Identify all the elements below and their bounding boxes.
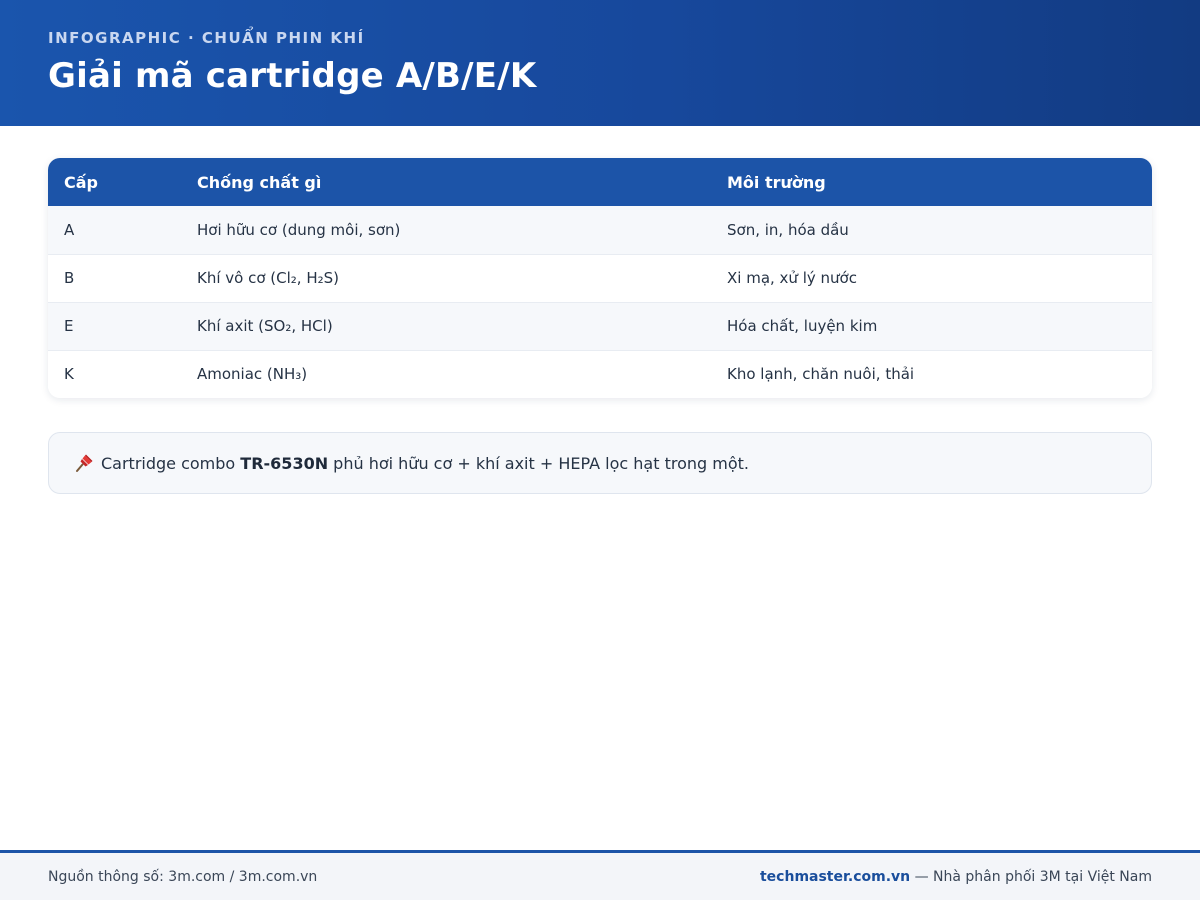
page: INFOGRAPHIC · CHUẨN PHIN KHÍ Giải mã car… <box>0 0 1200 900</box>
note-prefix: Cartridge combo <box>101 453 241 473</box>
cell-against: Amoniac (NH₃) <box>181 349 711 398</box>
header-banner: INFOGRAPHIC · CHUẨN PHIN KHÍ Giải mã car… <box>0 0 1200 126</box>
cell-grade: B <box>48 253 181 302</box>
cell-against: Hơi hữu cơ (dung môi, sơn) <box>197 220 401 239</box>
pushpin-icon <box>73 452 95 474</box>
column-header-against: Chống chất gì <box>197 172 322 192</box>
cell-against: Khí vô cơ (Cl₂, H₂S) <box>181 253 711 302</box>
cell-grade: A <box>64 220 75 239</box>
cell-environment: Hóa chất, luyện kim <box>711 301 1152 350</box>
cartridge-table: Cấp Chống chất gì Môi trường A Hơi hữu c… <box>48 158 1152 398</box>
note-suffix: phủ hơi hữu cơ + khí axit + HEPA lọc hạt… <box>328 453 749 473</box>
footer: Nguồn thông số: 3m.com / 3m.com.vn techm… <box>0 850 1200 900</box>
footer-credit: techmaster.com.vn — Nhà phân phối 3M tại… <box>760 869 1152 885</box>
table-header-row: Cấp Chống chất gì Môi trường <box>48 158 1152 206</box>
footer-site-link[interactable]: techmaster.com.vn <box>760 869 910 885</box>
footer-tagline: — Nhà phân phối 3M tại Việt Nam <box>910 868 1152 885</box>
table-row: E Khí axit (SO₂, HCl) Hóa chất, luyện ki… <box>48 301 1152 350</box>
table-row: A Hơi hữu cơ (dung môi, sơn) Sơn, in, hó… <box>48 206 1152 254</box>
table-row: B Khí vô cơ (Cl₂, H₂S) Xi mạ, xử lý nước <box>48 253 1152 302</box>
cell-against: Khí axit (SO₂, HCl) <box>181 301 711 350</box>
footer-source: Nguồn thông số: 3m.com / 3m.com.vn <box>48 868 318 885</box>
cell-grade: E <box>48 301 181 350</box>
column-header-environment: Môi trường <box>727 172 826 192</box>
cell-grade: K <box>48 349 181 398</box>
column-header-grade: Cấp <box>64 172 98 192</box>
page-title: Giải mã cartridge A/B/E/K <box>48 56 537 96</box>
header-eyebrow: INFOGRAPHIC · CHUẨN PHIN KHÍ <box>48 29 365 47</box>
note-text: Cartridge combo TR-6530N phủ hơi hữu cơ … <box>101 454 749 473</box>
cell-environment: Sơn, in, hóa dầu <box>727 220 849 239</box>
cartridge-table-card: Cấp Chống chất gì Môi trường A Hơi hữu c… <box>48 158 1152 398</box>
note-product-code: TR-6530N <box>240 453 329 473</box>
table-row: K Amoniac (NH₃) Kho lạnh, chăn nuôi, thả… <box>48 349 1152 398</box>
cell-environment: Kho lạnh, chăn nuôi, thải <box>711 349 1152 398</box>
note-box: Cartridge combo TR-6530N phủ hơi hữu cơ … <box>48 432 1152 494</box>
cell-environment: Xi mạ, xử lý nước <box>711 253 1152 302</box>
